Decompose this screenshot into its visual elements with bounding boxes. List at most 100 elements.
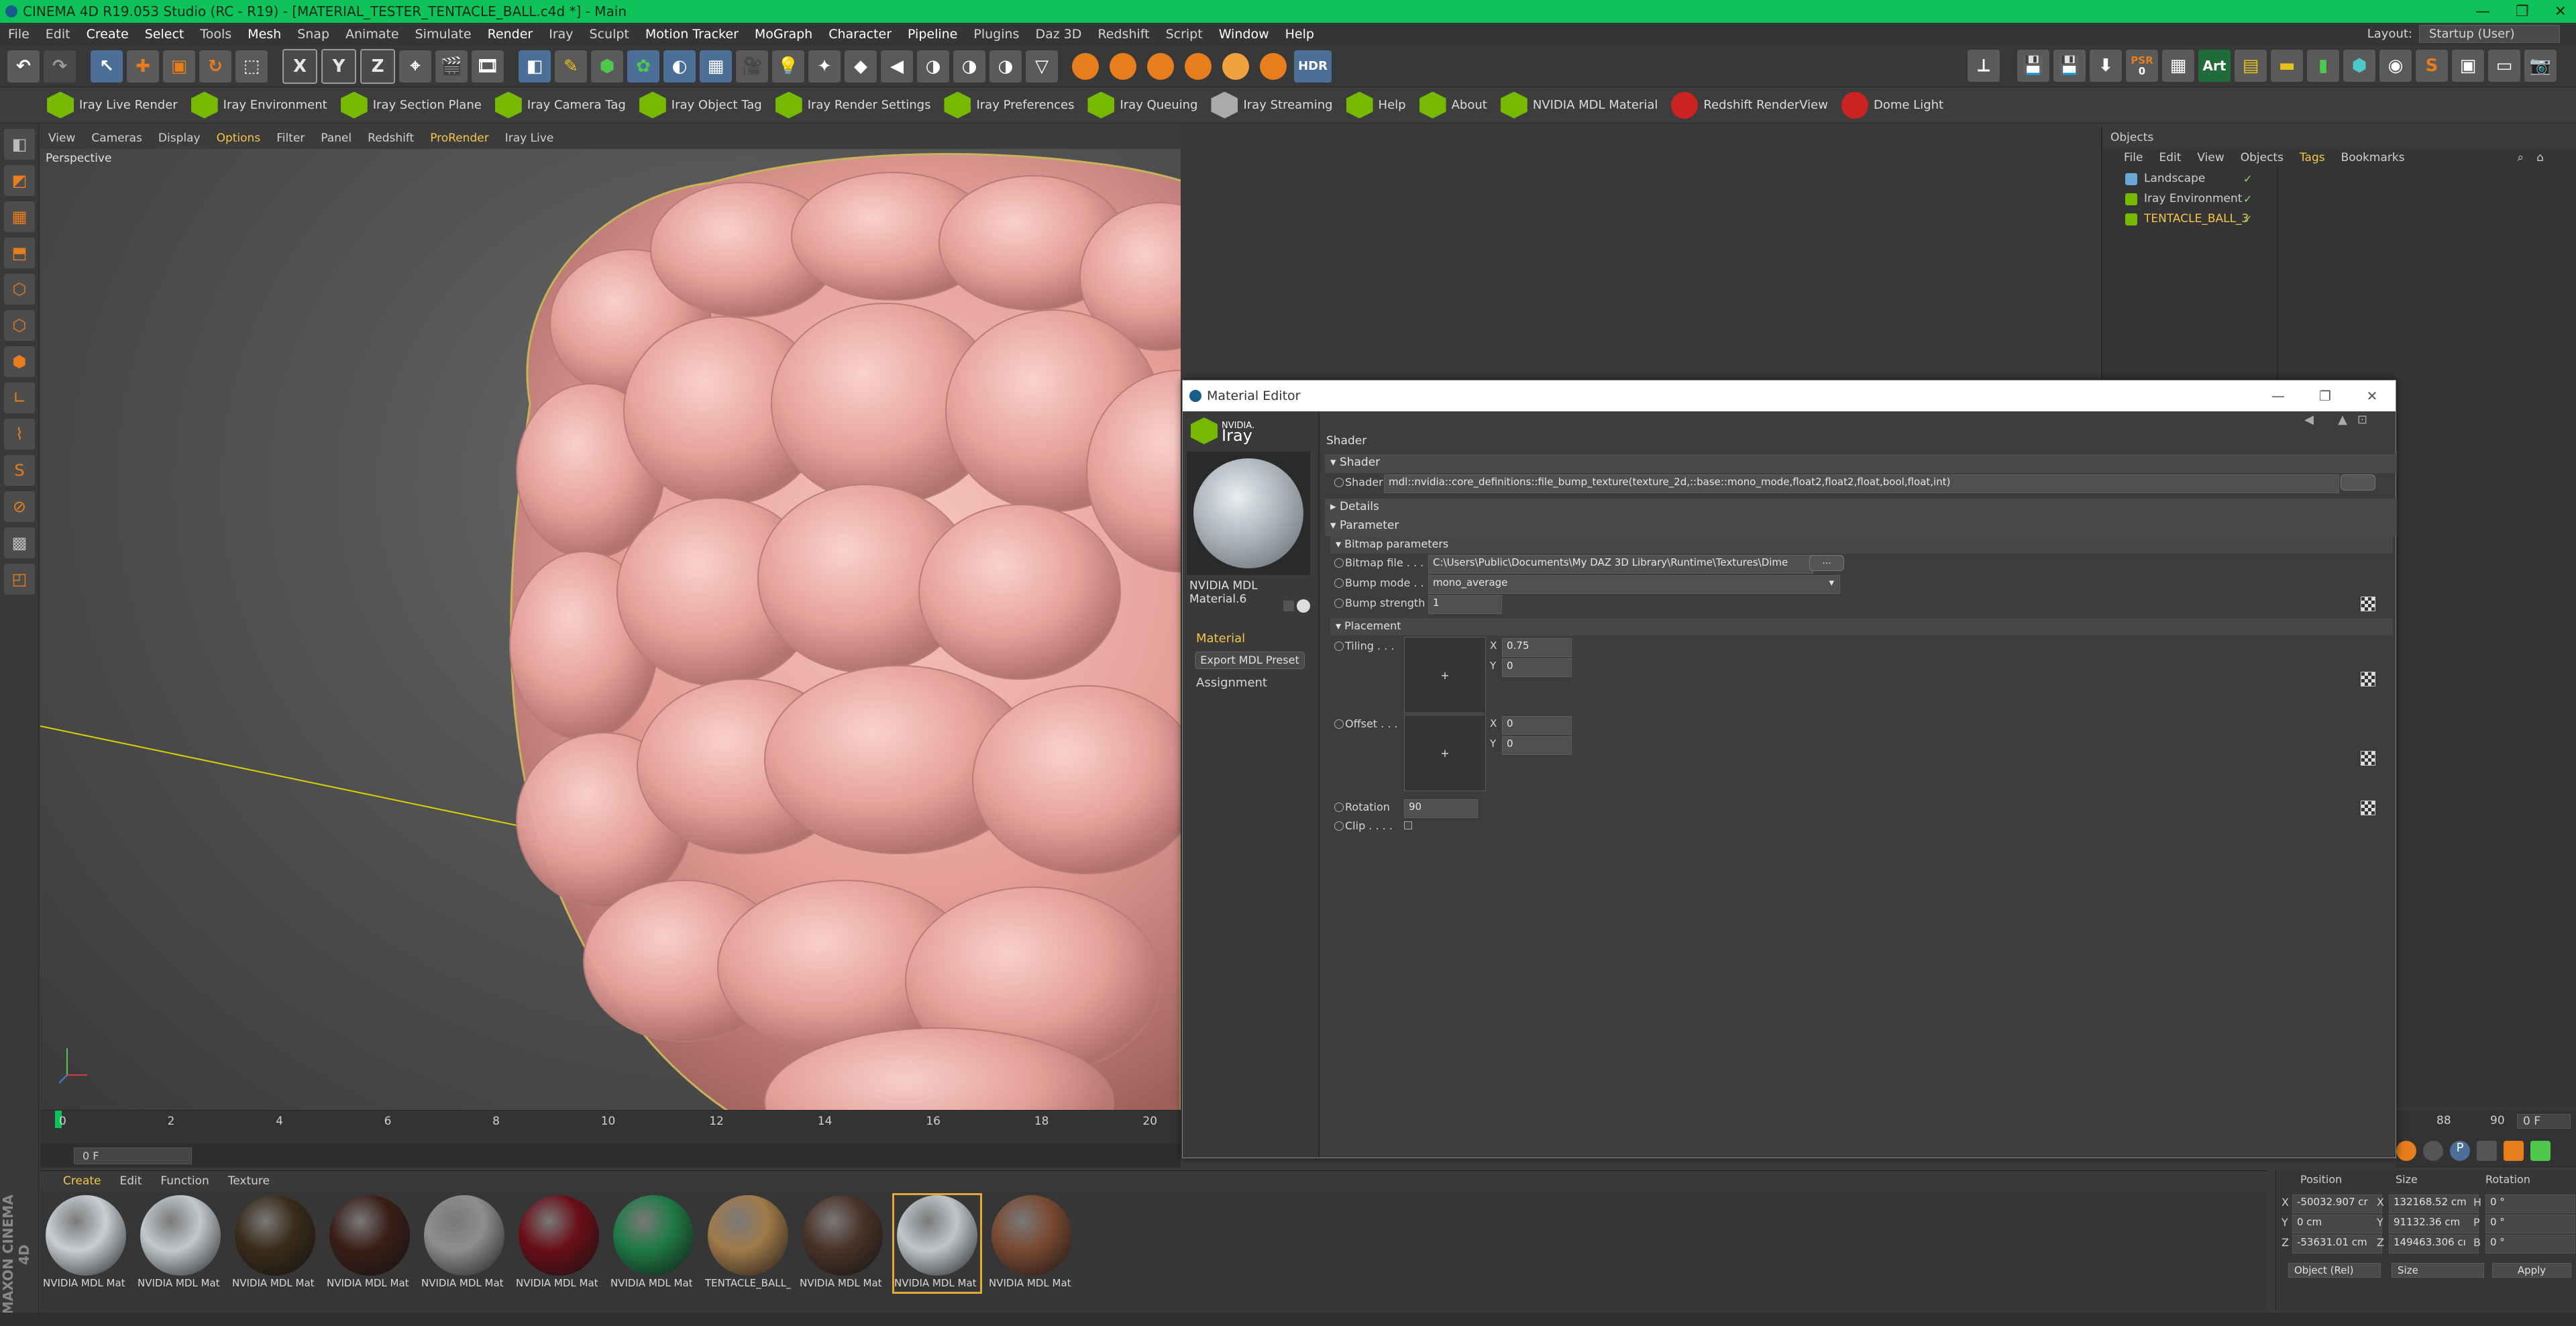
tool-icon-1[interactable]: ✦ <box>808 50 841 83</box>
workplane-icon[interactable]: ⬒ <box>4 238 35 268</box>
plugin-redshift-renderview-button[interactable]: Redshift RenderView <box>1671 91 1828 119</box>
plugin-iray-section-plane-button[interactable]: Iray Section Plane <box>340 91 482 119</box>
psr-icon[interactable]: PSR 0 <box>2126 50 2158 82</box>
plugin-iray-queuing-button[interactable]: Iray Queuing <box>1087 91 1197 119</box>
menu-redshift[interactable]: Redshift <box>1089 27 1157 42</box>
play-record-icon[interactable] <box>2396 1141 2416 1161</box>
viewport-menu-redshift[interactable]: Redshift <box>360 132 422 145</box>
rotation-radio[interactable] <box>1334 803 1344 812</box>
menu-mograph[interactable]: MoGraph <box>747 27 820 42</box>
art-icon[interactable]: Art <box>2198 50 2231 82</box>
plugin-about-button[interactable]: About <box>1419 91 1487 119</box>
menu-file[interactable]: File <box>0 27 38 42</box>
bitmap-file-field[interactable]: C:\Users\Public\Documents\My DAZ 3D Libr… <box>1428 555 1813 574</box>
render-icon[interactable]: ▭ <box>2488 50 2520 82</box>
substance-icon[interactable]: S <box>2416 50 2448 82</box>
menu-window[interactable]: Window <box>1211 27 1277 42</box>
camera-icon[interactable]: 🎥 <box>736 50 768 83</box>
coordinate-system-icon[interactable]: ⌖ <box>399 50 431 83</box>
material-swatch[interactable]: NVIDIA MDL Mat <box>800 1195 885 1292</box>
viewport-menu-view[interactable]: View <box>40 132 83 145</box>
tool-icon-6[interactable]: ◑ <box>989 50 1022 83</box>
back-arrow-icon[interactable]: ◀ <box>2304 413 2314 427</box>
visibility-check-icon[interactable]: ✓ <box>2243 193 2252 205</box>
material-menu-texture[interactable]: Texture <box>219 1174 279 1188</box>
keyframe-icon[interactable]: P <box>2450 1141 2470 1161</box>
z-axis-button[interactable]: Z <box>360 48 395 84</box>
coords-position-field[interactable]: -50032.907 cr <box>2292 1194 2382 1213</box>
maximize-button[interactable]: ❐ <box>2516 3 2529 20</box>
sphere-icon-2[interactable] <box>1110 52 1136 80</box>
frame-end-field[interactable]: 0 F <box>2517 1114 2571 1129</box>
material-editor-titlebar[interactable]: Material Editor — ❐ ✕ <box>1183 380 2396 411</box>
coords-size-field[interactable]: 91132.36 cm <box>2389 1215 2479 1233</box>
move-icon[interactable]: ✚ <box>127 50 159 83</box>
material-menu-create[interactable]: Create <box>54 1174 111 1188</box>
up-arrow-icon[interactable]: ▲ <box>2338 413 2347 427</box>
viewport-menu-filter[interactable]: Filter <box>268 132 313 145</box>
coords-size-mode-dropdown[interactable]: Size <box>2392 1263 2484 1278</box>
viewport-menu-display[interactable]: Display <box>150 132 209 145</box>
plugin-iray-camera-tag-button[interactable]: Iray Camera Tag <box>494 91 626 119</box>
menu-iray[interactable]: Iray <box>541 27 581 42</box>
menu-mesh[interactable]: Mesh <box>239 27 289 42</box>
rotation-texture-icon[interactable] <box>2361 801 2375 815</box>
material-menu-function[interactable]: Function <box>151 1174 218 1188</box>
viewport-menu-options[interactable]: Options <box>209 132 269 145</box>
hdr-button[interactable]: HDR <box>1294 50 1332 83</box>
clip-radio[interactable] <box>1334 821 1344 831</box>
visibility-check-icon[interactable]: ✓ <box>2243 213 2252 225</box>
render-picture-viewer-icon[interactable]: 🎞 <box>472 50 504 83</box>
auto-key-icon[interactable] <box>2423 1141 2443 1161</box>
bitmap-browse-button[interactable]: ... <box>1809 555 1844 571</box>
plugin-help-button[interactable]: Help <box>1346 91 1406 119</box>
object-name[interactable]: TENTACLE_BALL_3 <box>2144 212 2249 225</box>
x-axis-button[interactable]: X <box>282 48 317 84</box>
layout-dropdown[interactable]: Startup (User) <box>2419 25 2560 43</box>
home-icon[interactable]: ⌂ <box>2536 151 2544 164</box>
layout-icon-1[interactable] <box>2504 1141 2524 1161</box>
details-section-header[interactable]: ▸ Details <box>1325 499 2397 517</box>
pen-icon[interactable]: ✎ <box>555 50 587 83</box>
axis-mode-icon[interactable]: ∟ <box>4 382 35 413</box>
coords-apply-button[interactable]: Apply <box>2492 1263 2571 1278</box>
object-row[interactable]: Landscape ✓ <box>2116 170 2572 189</box>
coords-rotation-field[interactable]: 0 ° <box>2485 1235 2575 1254</box>
grid-icon[interactable]: ▦ <box>2162 50 2194 82</box>
bitmap-file-radio[interactable] <box>1334 558 1344 568</box>
plugin-nvidia-mdl-material-button[interactable]: NVIDIA MDL Material <box>1500 91 1658 119</box>
material-swatch[interactable]: TENTACLE_BALL_ <box>705 1195 791 1292</box>
tiling-x-field[interactable]: 0.75 <box>1502 638 1572 657</box>
plugin-iray-preferences-button[interactable]: Iray Preferences <box>944 91 1074 119</box>
bump-mode-radio[interactable] <box>1334 578 1344 588</box>
menu-script[interactable]: Script <box>1158 27 1211 42</box>
tool-icon-5[interactable]: ◑ <box>953 50 985 83</box>
cube-icon[interactable]: ◧ <box>519 50 551 83</box>
render-settings-icon[interactable]: ▣ <box>2452 50 2484 82</box>
menu-pipeline[interactable]: Pipeline <box>900 27 965 42</box>
plugin-iray-streaming-button[interactable]: Iray Streaming <box>1211 91 1333 119</box>
material-swatch[interactable]: NVIDIA MDL Mat <box>610 1195 696 1292</box>
coords-rotation-field[interactable]: 0 ° <box>2485 1215 2575 1233</box>
menu-animate[interactable]: Animate <box>337 27 407 42</box>
undo-icon[interactable]: ↶ <box>7 50 40 83</box>
visibility-check-icon[interactable]: ✓ <box>2243 172 2252 185</box>
material-swatch[interactable]: NVIDIA MDL Mat <box>232 1195 318 1292</box>
shader-section-header[interactable]: ▾ Shader <box>1325 454 2397 473</box>
close-button[interactable]: ✕ <box>2555 3 2567 20</box>
object-name[interactable]: Iray Environment <box>2144 192 2242 205</box>
shader-radio[interactable] <box>1334 478 1344 487</box>
snap-icon[interactable]: S <box>4 455 35 486</box>
scheme-icon[interactable] <box>2477 1141 2497 1161</box>
save-icon[interactable]: 💾 <box>2017 50 2049 82</box>
tiling-y-field[interactable]: 0 <box>1502 658 1572 677</box>
material-swatch[interactable]: NVIDIA MDL Mat <box>138 1195 223 1292</box>
menu-character[interactable]: Character <box>820 27 900 42</box>
search-icon[interactable]: ⌕ <box>2517 151 2524 164</box>
offset-x-field[interactable]: 0 <box>1502 716 1572 735</box>
scale-icon[interactable]: ▣ <box>163 50 195 83</box>
interactive-render-icon[interactable]: 📷 <box>2524 50 2557 82</box>
grid-snap-icon[interactable]: ▩ <box>4 527 35 558</box>
menu-create[interactable]: Create <box>78 27 137 42</box>
tool-icon-3[interactable]: ◀ <box>881 50 913 83</box>
